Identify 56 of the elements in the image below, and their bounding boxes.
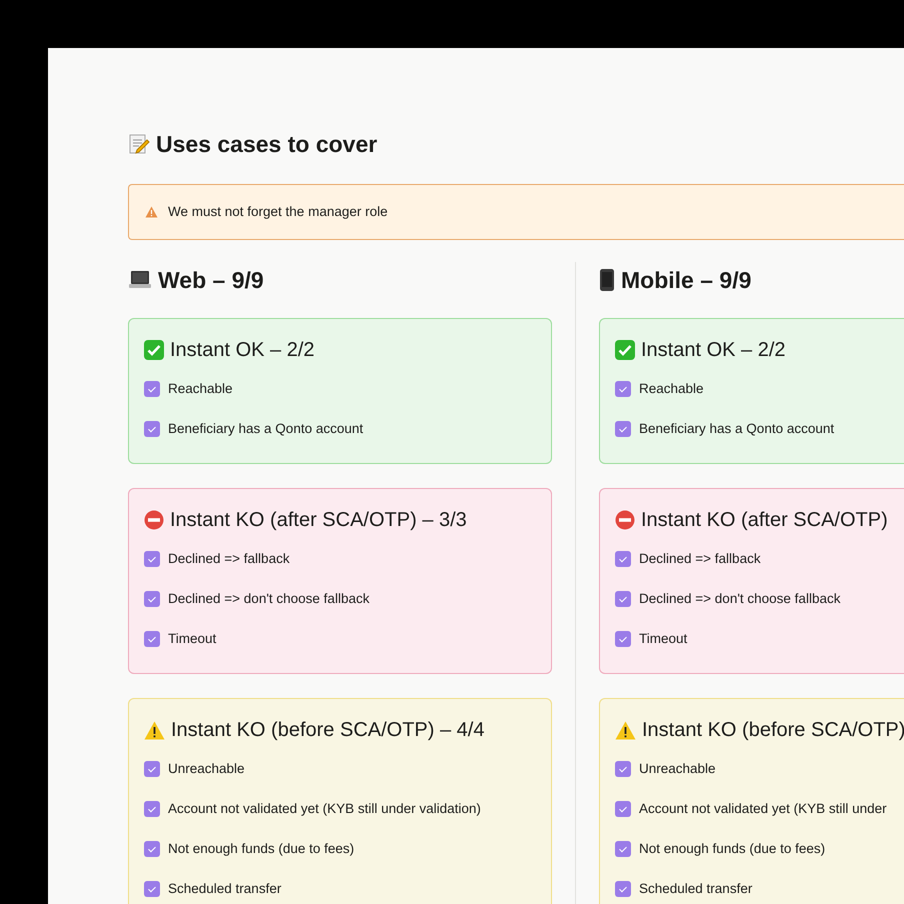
page-title: Uses cases to cover	[156, 130, 378, 159]
card-title: Instant KO (after SCA/OTP) – 3/3	[170, 508, 467, 533]
memo-pencil-icon	[128, 133, 150, 155]
checkbox[interactable]	[144, 631, 160, 647]
checkbox[interactable]	[144, 881, 160, 897]
no-entry-icon	[144, 510, 164, 530]
checklist-item-text: Account not validated yet (KYB still under	[639, 800, 887, 818]
checklist-item-text: Unreachable	[639, 760, 716, 778]
warning-icon	[615, 720, 636, 740]
checkbox[interactable]	[615, 591, 631, 607]
checkbox[interactable]	[615, 841, 631, 857]
card-title: Instant KO (before SCA/OTP) – 4/4	[171, 718, 484, 743]
checklist-item-text: Declined => fallback	[168, 550, 290, 568]
checkbox[interactable]	[144, 421, 160, 437]
card-title: Instant KO (before SCA/OTP)	[642, 718, 904, 743]
warning-icon	[145, 206, 158, 218]
checkbox[interactable]	[615, 881, 631, 897]
checklist-item-text: Account not validated yet (KYB still under validation)	[168, 800, 481, 818]
checklist-item-text: Declined => fallback	[639, 550, 761, 568]
checklist-item-text: Timeout	[168, 630, 216, 648]
card-title: Instant OK – 2/2	[170, 338, 315, 363]
checklist-item-text: Beneficiary has a Qonto account	[639, 420, 834, 438]
checkbox[interactable]	[615, 631, 631, 647]
card-title: Instant KO (after SCA/OTP)	[641, 508, 888, 533]
column-heading: Mobile – 9/9	[621, 266, 752, 295]
checklist-item-text: Beneficiary has a Qonto account	[168, 420, 364, 438]
mobile-phone-icon	[599, 268, 615, 292]
checklist-item-text: Not enough funds (due to fees)	[168, 840, 354, 858]
checklist-item-text: Reachable	[168, 380, 233, 398]
checkbox[interactable]	[615, 421, 631, 437]
checkbox[interactable]	[615, 761, 631, 777]
no-entry-icon	[615, 510, 635, 530]
checkbox[interactable]	[144, 801, 160, 817]
checklist-item-text: Declined => don't choose fallback	[639, 590, 840, 608]
checkbox[interactable]	[144, 551, 160, 567]
checklist-item-text: Scheduled transfer	[168, 880, 282, 898]
checklist-item-text: Reachable	[639, 380, 704, 398]
warning-icon	[144, 720, 165, 740]
checklist-item-text: Scheduled transfer	[639, 880, 752, 898]
laptop-icon	[128, 269, 152, 291]
checklist-item-text: Declined => don't choose fallback	[168, 590, 370, 608]
checklist-item-text: Unreachable	[168, 760, 245, 778]
checkbox[interactable]	[615, 381, 631, 397]
check-mark-icon	[144, 340, 164, 360]
column-heading: Web – 9/9	[158, 266, 264, 295]
checkbox[interactable]	[615, 801, 631, 817]
checkbox[interactable]	[144, 761, 160, 777]
checklist-item-text: Not enough funds (due to fees)	[639, 840, 826, 858]
checkbox[interactable]	[144, 841, 160, 857]
card-title: Instant OK – 2/2	[641, 338, 786, 363]
checkbox[interactable]	[144, 591, 160, 607]
checkbox[interactable]	[615, 551, 631, 567]
checkbox[interactable]	[144, 381, 160, 397]
check-mark-icon	[615, 340, 635, 360]
checklist-item-text: Timeout	[639, 630, 688, 648]
callout-text: We must not forget the manager role	[168, 202, 388, 221]
